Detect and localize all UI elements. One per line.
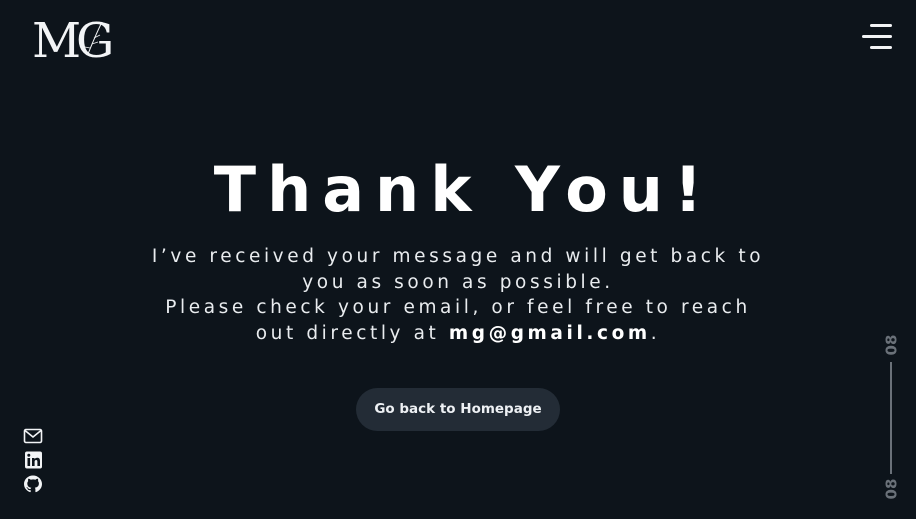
slide-counter: 08 08 [882, 332, 900, 502]
counter-current: 08 [882, 332, 900, 358]
thank-you-page: M G Thank You! I’ve received your messag… [0, 0, 916, 519]
hamburger-menu-icon[interactable] [862, 24, 892, 50]
menu-line-bottom [870, 46, 892, 49]
confirmation-message: I’ve received your message and will get … [148, 244, 768, 346]
logo[interactable]: M G [30, 14, 122, 62]
counter-total: 08 [882, 476, 900, 502]
contact-email: mg@gmail.com [448, 322, 651, 344]
page-title: Thank You! [213, 153, 714, 226]
message-period: . [650, 322, 661, 344]
social-links [23, 427, 45, 499]
counter-divider [890, 362, 892, 474]
menu-line-middle [862, 35, 892, 38]
counter-total-text: 08 [882, 478, 900, 500]
github-icon[interactable] [23, 475, 43, 493]
message-line-1: I’ve received your message and will get … [151, 246, 765, 293]
back-to-homepage-button[interactable]: Go back to Homepage [356, 388, 560, 432]
logo-monogram-icon: M G [32, 14, 114, 62]
linkedin-icon[interactable] [23, 451, 43, 469]
mail-icon[interactable] [23, 427, 43, 445]
counter-current-text: 08 [882, 334, 900, 356]
menu-line-top [870, 24, 892, 27]
svg-text:M: M [32, 14, 81, 62]
main-content: Thank You! I’ve received your message an… [0, 150, 916, 432]
